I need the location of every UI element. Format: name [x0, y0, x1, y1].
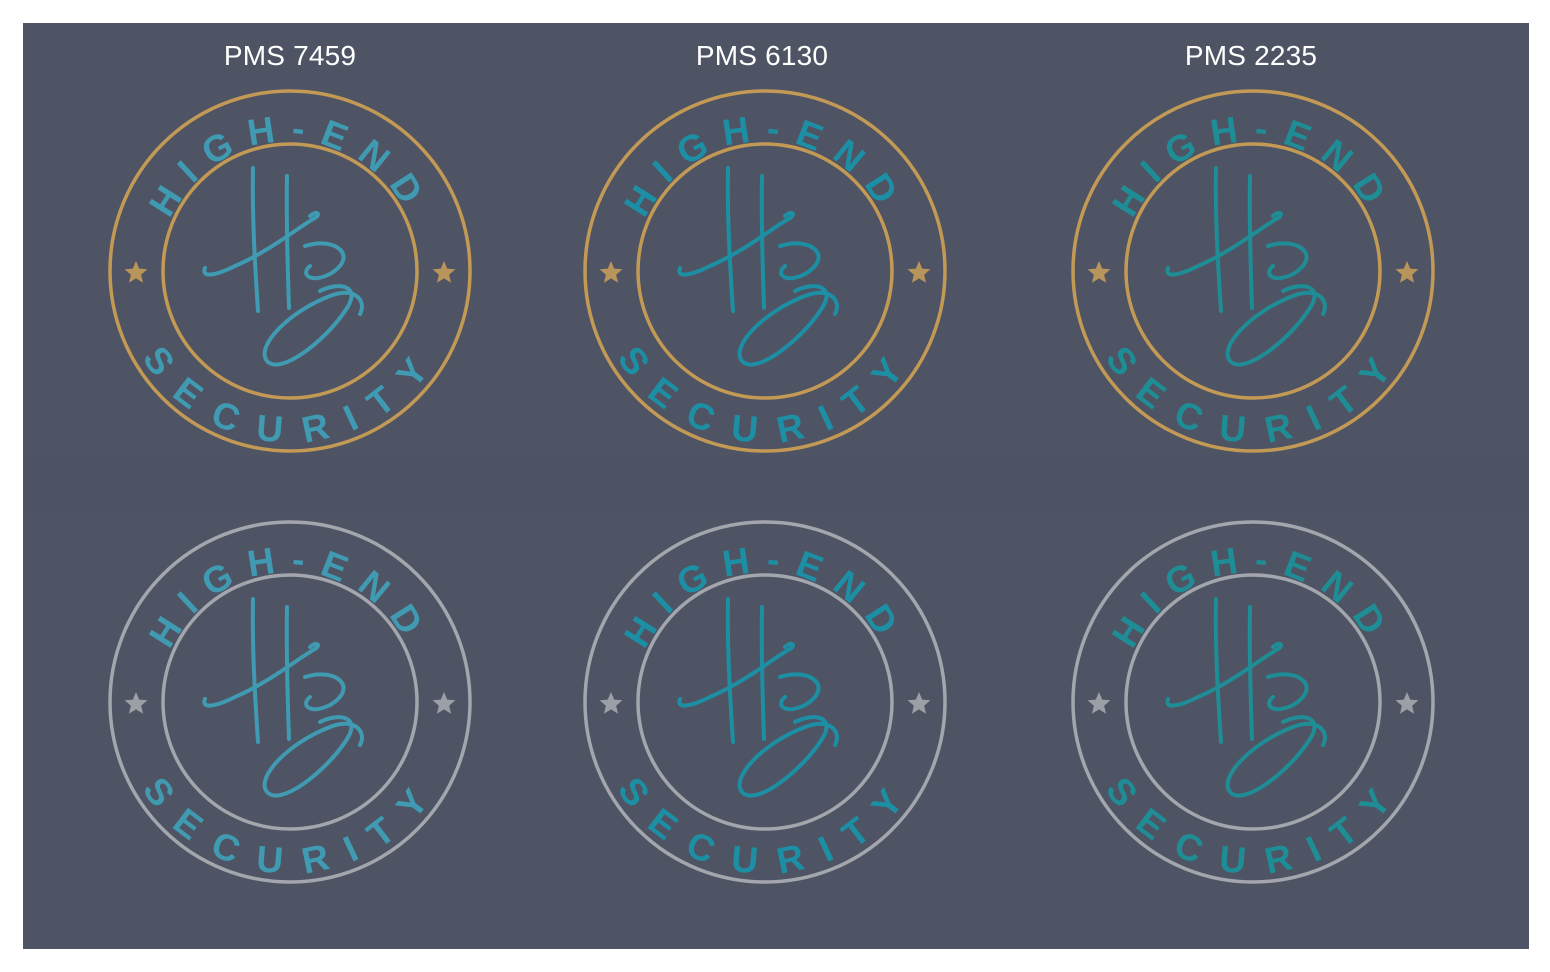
high-end-security-logo: HIGH-END SECURITY: [580, 517, 950, 887]
high-end-security-logo: HIGH-END SECURITY: [580, 86, 950, 456]
high-end-security-logo: HIGH-END SECURITY: [1068, 86, 1438, 456]
star-icon: [599, 261, 623, 283]
he-monogram: [1165, 597, 1327, 798]
artboard-seam: [23, 455, 1529, 517]
he-monogram: [202, 166, 364, 367]
high-end-security-logo: HIGH-END SECURITY: [1068, 517, 1438, 887]
star-icon: [124, 692, 148, 714]
swatch-label-1: PMS 7459: [223, 40, 357, 71]
star-icon: [1087, 692, 1111, 714]
star-icon: [432, 261, 456, 283]
he-monogram: [202, 597, 364, 798]
star-icon: [1087, 261, 1111, 283]
star-icon: [1395, 261, 1419, 283]
he-monogram: [1165, 166, 1327, 367]
star-icon: [907, 261, 931, 283]
swatch-label-2: PMS 6130: [695, 40, 829, 71]
logo-bottom-text: SECURITY: [1098, 339, 1408, 452]
logo-bottom-text: SECURITY: [610, 339, 920, 452]
star-icon: [432, 692, 456, 714]
logo-bottom-text: SECURITY: [135, 339, 445, 452]
he-monogram: [677, 597, 839, 798]
logo-bottom-text: SECURITY: [135, 770, 445, 883]
star-icon: [907, 692, 931, 714]
star-icon: [599, 692, 623, 714]
logo-bottom-text: SECURITY: [1098, 770, 1408, 883]
high-end-security-logo: HIGH-END SECURITY: [105, 517, 475, 887]
star-icon: [1395, 692, 1419, 714]
high-end-security-logo: HIGH-END SECURITY: [105, 86, 475, 456]
swatch-label-3: PMS 2235: [1184, 40, 1318, 71]
he-monogram: [677, 166, 839, 367]
star-icon: [124, 261, 148, 283]
logo-bottom-text: SECURITY: [610, 770, 920, 883]
